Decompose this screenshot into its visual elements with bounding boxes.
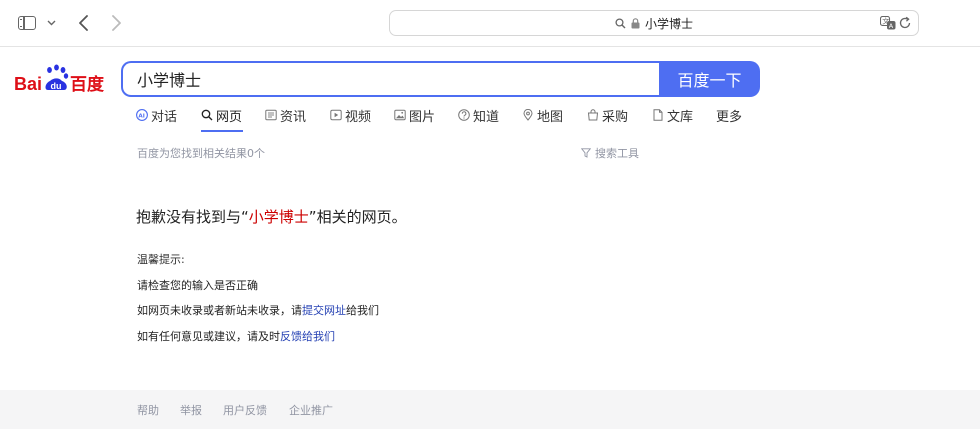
footer-link-help[interactable]: 帮助 bbox=[137, 402, 159, 418]
tab-chat[interactable]: AI 对话 bbox=[136, 106, 177, 132]
reload-icon[interactable] bbox=[898, 16, 912, 30]
tip-text: 如有任何意见或建议，请及时 bbox=[137, 330, 280, 343]
no-results-before: 抱歉没有找到与“ bbox=[136, 208, 249, 226]
tab-purchase[interactable]: 采购 bbox=[587, 106, 628, 132]
tip-text: 如网页未收录或者新站未收录，请 bbox=[137, 304, 302, 317]
footer-link-promotion[interactable]: 企业推广 bbox=[289, 402, 333, 418]
footer: 帮助 举报 用户反馈 企业推广 bbox=[0, 390, 980, 429]
svg-text:AI: AI bbox=[138, 113, 144, 119]
filter-icon bbox=[581, 148, 591, 158]
baidu-logo[interactable]: Bai du 百度 bbox=[14, 63, 107, 93]
tab-label: 采购 bbox=[602, 110, 629, 125]
search-button[interactable]: 百度一下 bbox=[659, 61, 760, 97]
tab-label: 网页 bbox=[216, 110, 243, 125]
svg-text:A: A bbox=[889, 22, 894, 30]
lock-icon bbox=[631, 17, 640, 29]
question-icon bbox=[458, 109, 470, 121]
search-icon bbox=[615, 17, 626, 29]
tab-wenku[interactable]: 文库 bbox=[652, 106, 693, 132]
address-bar[interactable]: 小学博士 文A bbox=[389, 10, 919, 36]
tip-text: 给我们 bbox=[346, 304, 379, 317]
search-box bbox=[121, 61, 660, 97]
map-pin-icon bbox=[523, 109, 533, 121]
submit-url-link[interactable]: 提交网址 bbox=[302, 304, 346, 317]
document-icon bbox=[653, 109, 663, 121]
tab-map[interactable]: 地图 bbox=[522, 106, 563, 132]
ai-chat-icon: AI bbox=[136, 109, 148, 121]
video-icon bbox=[330, 109, 342, 121]
news-icon bbox=[265, 109, 277, 121]
tab-web[interactable]: 网页 bbox=[201, 106, 244, 132]
search-icon bbox=[201, 109, 213, 121]
feedback-link[interactable]: 反馈给我们 bbox=[280, 330, 335, 343]
no-results-message: 抱歉没有找到与“小学博士”相关的网页。 bbox=[136, 206, 407, 227]
tab-more[interactable]: 更多 bbox=[716, 106, 742, 132]
search-tools-button[interactable]: 搜索工具 bbox=[581, 145, 639, 161]
tab-news[interactable]: 资讯 bbox=[265, 106, 306, 132]
tab-label: 地图 bbox=[537, 110, 564, 125]
address-text: 小学博士 bbox=[644, 16, 693, 31]
tab-label: 对话 bbox=[151, 110, 178, 125]
translate-icon[interactable]: 文A bbox=[880, 16, 896, 30]
browser-toolbar: 小学博士 文A bbox=[0, 0, 980, 47]
no-results-after: ”相关的网页。 bbox=[308, 208, 407, 226]
sidebar-icon[interactable] bbox=[17, 13, 37, 33]
no-results-keyword: 小学博士 bbox=[248, 208, 309, 226]
tab-images[interactable]: 图片 bbox=[394, 106, 435, 132]
footer-link-feedback[interactable]: 用户反馈 bbox=[223, 402, 267, 418]
tip-check-input: 请检查您的输入是否正确 bbox=[137, 279, 258, 292]
tips-title: 温馨提示: bbox=[137, 253, 185, 266]
footer-link-report[interactable]: 举报 bbox=[180, 402, 202, 418]
tab-label: 知道 bbox=[473, 110, 500, 125]
search-input[interactable] bbox=[137, 63, 637, 95]
image-icon bbox=[394, 109, 406, 121]
forward-arrow-icon[interactable] bbox=[107, 13, 125, 33]
tab-video[interactable]: 视频 bbox=[330, 106, 371, 132]
tab-label: 视频 bbox=[345, 110, 372, 125]
back-arrow-icon[interactable] bbox=[75, 13, 93, 33]
tab-label: 图片 bbox=[409, 110, 436, 125]
tab-zhidao[interactable]: 知道 bbox=[458, 106, 499, 132]
logo-text-bai: Bai bbox=[14, 74, 42, 93]
tab-label: 资讯 bbox=[280, 110, 307, 125]
tip-feedback: 如有任何意见或建议，请及时反馈给我们 bbox=[137, 328, 335, 344]
logo-text-baidu-cn: 百度 bbox=[70, 74, 105, 93]
tab-label: 更多 bbox=[716, 110, 743, 125]
chevron-down-icon[interactable] bbox=[45, 13, 57, 33]
search-tools-label: 搜索工具 bbox=[595, 147, 639, 160]
tip-submit-url: 如网页未收录或者新站未收录，请提交网址给我们 bbox=[137, 302, 379, 318]
shopping-bag-icon bbox=[587, 109, 599, 121]
tab-label: 文库 bbox=[667, 110, 694, 125]
result-count: 百度为您找到相关结果0个 bbox=[137, 147, 265, 160]
logo-text-du: du bbox=[51, 81, 62, 91]
